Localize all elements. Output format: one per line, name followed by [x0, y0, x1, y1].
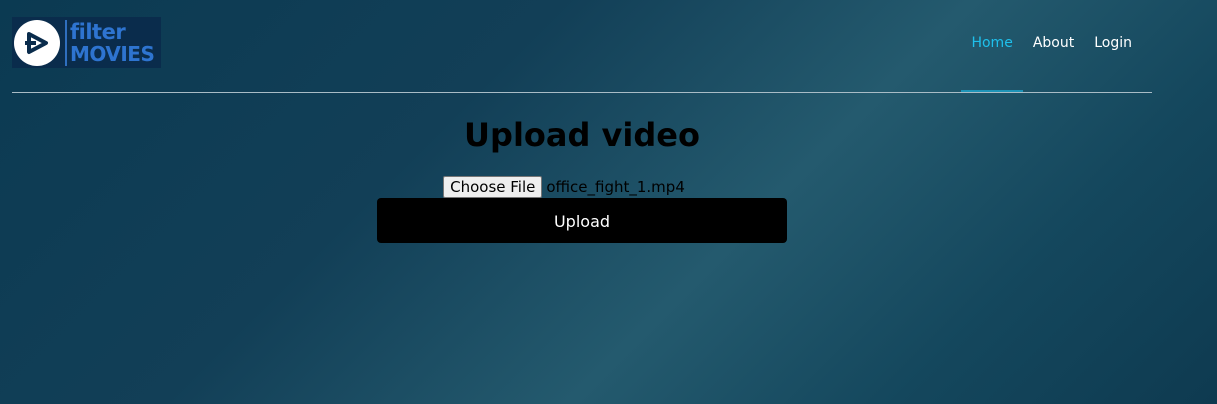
logo[interactable]: filter MOVIES [12, 17, 161, 68]
file-input[interactable]: Choose File office_fight_1.mp4 [341, 176, 787, 198]
header: filter MOVIES Home About Login [12, 0, 1152, 93]
logo-line1: filter [70, 19, 126, 44]
nav-home[interactable]: Home [961, 35, 1024, 92]
upload-button[interactable]: Upload [377, 198, 787, 243]
choose-file-button[interactable]: Choose File [443, 176, 543, 198]
nav-login[interactable]: Login [1084, 35, 1142, 51]
play-arrow-icon [14, 19, 60, 66]
nav-about[interactable]: About [1023, 35, 1084, 51]
logo-line2: MOVIES [70, 41, 155, 66]
selected-file-name: office_fight_1.mp4 [546, 178, 685, 196]
logo-divider [65, 19, 67, 66]
upload-form: Upload video Choose File office_fight_1.… [377, 112, 787, 243]
main-nav: Home About Login [961, 35, 1142, 92]
logo-text: filter MOVIES [70, 19, 155, 66]
page-title: Upload video [464, 116, 700, 154]
